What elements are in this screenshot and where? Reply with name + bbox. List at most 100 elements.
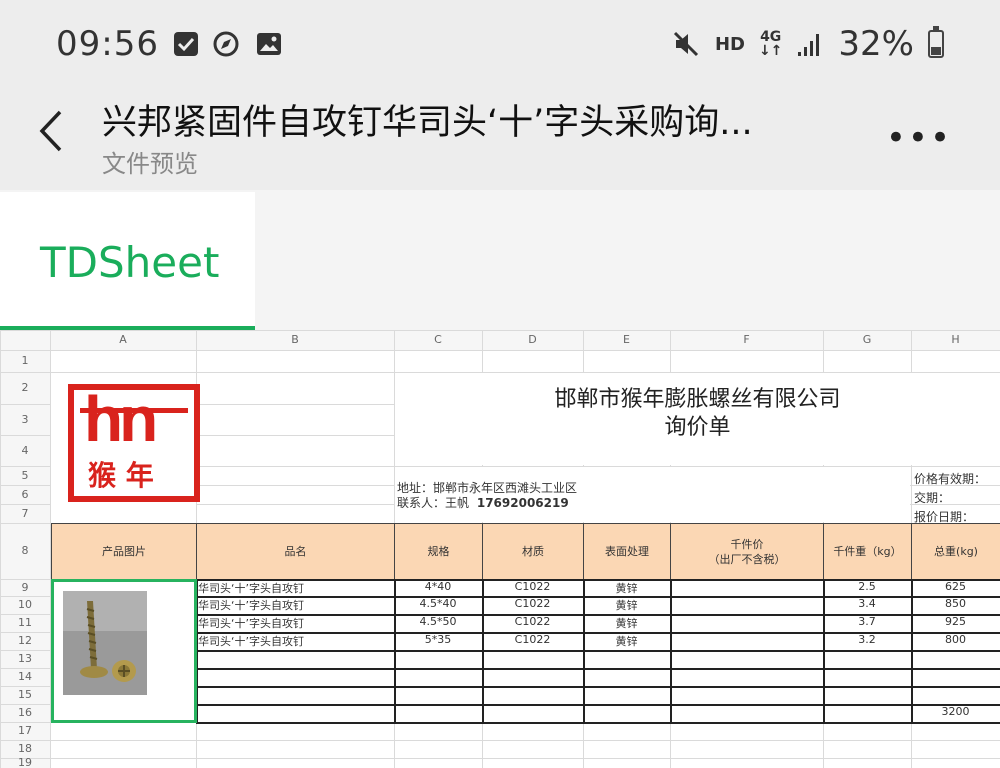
status-right: HD 4G ↓↑ 32% [671,22,944,66]
column-letter-c[interactable]: C [394,333,482,346]
battery-icon [928,26,944,58]
header-cell-0[interactable]: 产品图片 [51,523,197,580]
contact-phone: 17692006219 [476,496,569,510]
table-border-h [196,686,1000,688]
table-border-h [196,650,1000,652]
cell-spec[interactable]: 4*40 [396,580,480,593]
row-number-10[interactable]: 10 [0,596,50,614]
cell-surface[interactable]: 黄锌 [585,615,668,631]
cell-name[interactable]: 华司头‘十’字头自攻钉 [198,615,392,631]
screw-photo [63,591,147,695]
header-label: 材质 [522,545,544,558]
cell-total[interactable]: 850 [913,597,998,610]
cell-spec[interactable]: 4.5*40 [396,597,480,610]
cell-total[interactable]: 925 [913,615,998,628]
grid-hline [0,740,1000,741]
cell-name[interactable]: 华司头‘十’字头自攻钉 [198,597,392,613]
cell-spec[interactable]: 4.5*50 [396,615,480,628]
table-border-h [196,704,1000,706]
column-letter-f[interactable]: F [670,333,823,346]
cell-surface[interactable]: 黄锌 [585,580,668,596]
column-letter-d[interactable]: D [482,333,583,346]
cell-total[interactable]: 625 [913,580,998,593]
status-bar: 09:56 HD 4G ↓↑ 32% [0,0,1000,88]
header-cell-3[interactable]: 材质 [483,523,584,580]
row-number-12[interactable]: 12 [0,632,50,650]
cell-material[interactable]: C1022 [484,597,581,610]
row-number-7[interactable]: 7 [0,504,50,523]
header-price-note: （出厂不含税） [708,552,786,566]
cell-total[interactable]: 800 [913,633,998,646]
row-number-1[interactable]: 1 [0,350,50,372]
header-label: 规格 [427,545,450,558]
table-border-h [196,668,1000,670]
delivery-label: 交期： [914,491,951,505]
hd-indicator: HD [714,33,745,55]
quote-date-label: 报价日期： [914,510,975,524]
table-border-v [670,579,672,722]
header-cell-1[interactable]: 品名 [197,523,395,580]
header-cell-7[interactable]: 总重(kg) [912,523,1000,580]
header-cell-2[interactable]: 规格 [395,523,483,580]
back-arrow-icon[interactable] [34,106,74,156]
company-logo: hn 猴 年 [68,383,200,502]
mute-icon [673,31,698,57]
header-label: 表面处理 [605,545,649,558]
cell-surface[interactable]: 黄锌 [585,597,668,613]
header-label: 品名 [284,545,307,558]
row-number-9[interactable]: 9 [0,579,50,596]
column-letter-b[interactable]: B [196,333,394,346]
cell-weight[interactable]: 3.7 [825,615,909,628]
column-letter-e[interactable]: E [583,333,670,346]
header-label: 产品图片 [102,545,146,558]
tab-tdsheet-label: TDSheet [40,238,220,287]
spreadsheet-view[interactable]: A B C D E F G H 1 2 3 4 5 6 7 8 9 10 11 12 13 14 15 16 17 18 19 产品图… [0,330,1000,768]
cell-weight[interactable]: 3.2 [825,633,909,646]
cell-surface[interactable]: 黄锌 [585,633,668,649]
network-type: 4G [760,29,782,45]
file-title: 兴邦紧固件自攻钉华司头‘十’字头采购询... [102,103,753,143]
row-number-15[interactable]: 15 [0,686,50,704]
cell-weight[interactable]: 3.4 [825,597,909,610]
cell-material[interactable]: C1022 [484,580,581,593]
header-label: 千件重（kg） [833,545,902,558]
grand-total-cell[interactable]: 3200 [913,705,998,718]
column-letter-h[interactable]: H [911,333,1000,346]
row-number-17[interactable]: 17 [0,722,50,740]
row-number-2[interactable]: 2 [0,372,50,404]
column-letter-g[interactable]: G [823,333,911,346]
header-label: 总重(kg) [934,545,978,558]
row-number-8[interactable]: 8 [0,523,50,579]
cell-weight[interactable]: 2.5 [825,580,909,593]
logo-text: hn [84,383,158,455]
cell-name[interactable]: 华司头‘十’字头自攻钉 [198,633,392,649]
row-number-14[interactable]: 14 [0,668,50,686]
battery-percent: 32% [838,24,914,64]
row-number-19[interactable]: 19 [0,757,50,768]
cell-material[interactable]: C1022 [484,633,581,646]
row-number-13[interactable]: 13 [0,650,50,668]
battery-fill [931,47,941,55]
header-cell-4[interactable]: 表面处理 [584,523,671,580]
header-cell-5[interactable]: 千件价 （出厂不含税） [671,523,824,580]
row-number-6[interactable]: 6 [0,485,50,504]
logo-subtext: 猴 年 [88,459,154,492]
tab-tdsheet[interactable]: TDSheet [0,192,255,330]
more-options-icon[interactable]: ••• [886,118,952,158]
header-cell-6[interactable]: 千件重（kg） [824,523,912,580]
product-image-cell[interactable] [51,579,197,723]
price-validity-label: 价格有效期： [914,472,987,486]
logo-bar [80,408,188,413]
compass-notification-icon [213,31,239,57]
row-number-3[interactable]: 3 [0,404,50,435]
column-letter-a[interactable]: A [50,333,196,346]
image-notification-icon [257,33,281,55]
row-number-16[interactable]: 16 [0,704,50,722]
cell-material[interactable]: C1022 [484,615,581,628]
cell-name[interactable]: 华司头‘十’字头自攻钉 [198,580,392,596]
cell-spec[interactable]: 5*35 [396,633,480,646]
row-number-4[interactable]: 4 [0,435,50,466]
contact-label: 联系人：王帆 [397,496,470,510]
row-number-5[interactable]: 5 [0,466,50,485]
row-number-11[interactable]: 11 [0,614,50,632]
